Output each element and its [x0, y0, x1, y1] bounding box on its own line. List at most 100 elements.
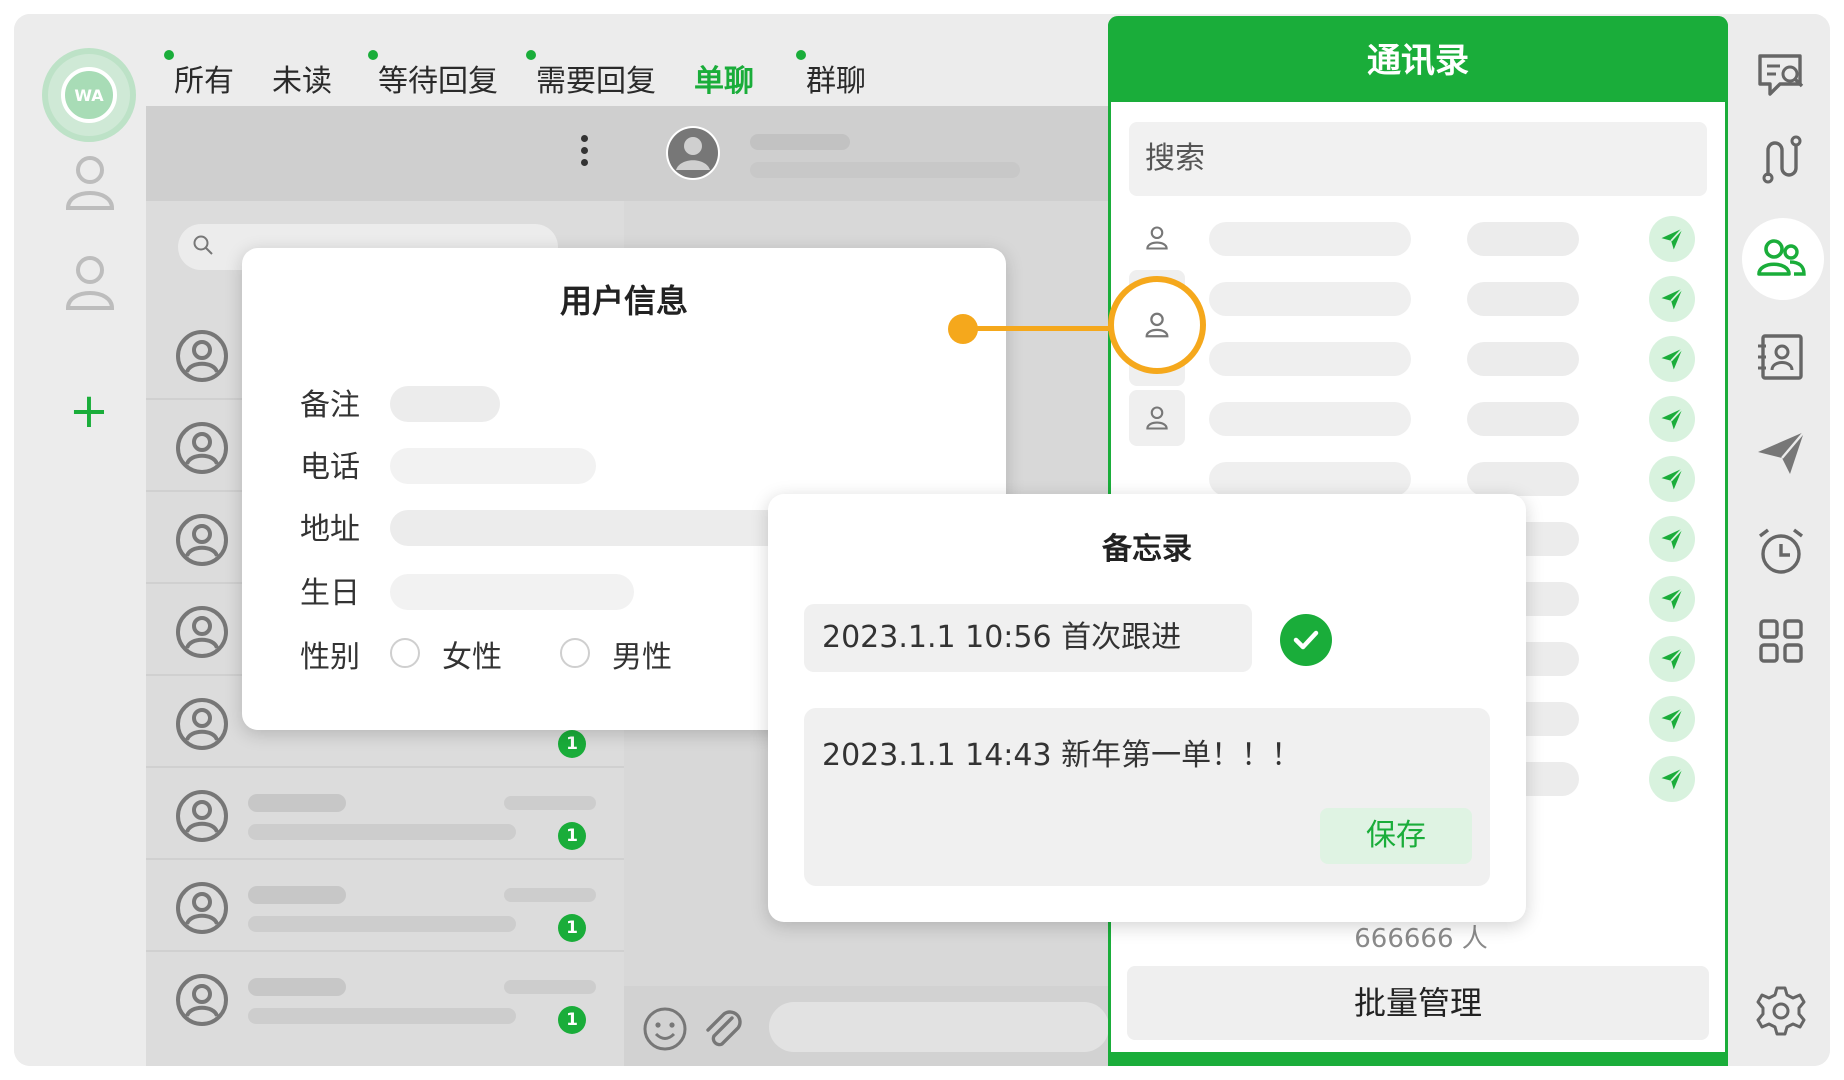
alarm-icon[interactable]	[1754, 524, 1808, 578]
avatar-icon	[174, 328, 230, 384]
tab-awaiting-reply[interactable]: 等待回复	[368, 50, 498, 100]
route-icon[interactable]	[1754, 132, 1808, 186]
address-label: 地址	[300, 512, 360, 547]
contact-avatar	[1129, 210, 1185, 266]
chat-name-placeholder	[248, 978, 346, 996]
grid-icon[interactable]	[1754, 614, 1808, 668]
gender-male-radio[interactable]	[560, 638, 590, 668]
user-icon[interactable]	[58, 150, 122, 214]
memo-dialog: 备忘录 2023.1.1 10:56 首次跟进 2023.1.1 14:43 新…	[768, 494, 1526, 922]
address-field[interactable]	[390, 510, 790, 546]
contact-tag-placeholder	[1467, 282, 1579, 316]
user-icon[interactable]	[58, 250, 122, 314]
contact-name-placeholder	[1209, 282, 1411, 316]
settings-icon[interactable]	[1754, 984, 1808, 1038]
message-input[interactable]	[769, 1002, 1109, 1052]
contact-name-placeholder	[1209, 342, 1411, 376]
phone-field[interactable]	[390, 448, 596, 484]
send-button[interactable]	[1649, 576, 1695, 622]
contact-name-placeholder	[1209, 402, 1411, 436]
remark-label: 备注	[300, 388, 360, 423]
user-info-title: 用户信息	[559, 282, 688, 320]
chat-preview-placeholder	[248, 916, 516, 932]
contact-row[interactable]	[1129, 268, 1709, 326]
send-button[interactable]	[1649, 756, 1695, 802]
memo-title: 备忘录	[1102, 532, 1192, 567]
gender-male-label: 男性	[612, 640, 672, 675]
logo-text: WA	[61, 67, 117, 123]
send-button[interactable]	[1649, 636, 1695, 682]
unread-badge: 1	[558, 914, 586, 942]
plus-icon[interactable]: +	[64, 386, 114, 436]
remark-field[interactable]	[390, 386, 500, 422]
send-icon	[1658, 645, 1686, 673]
contacts-title: 通讯录	[1108, 16, 1728, 102]
contacts-panel-footer	[1108, 1052, 1728, 1066]
broadcast-icon[interactable]	[1754, 426, 1808, 480]
contact-tag-placeholder	[1467, 462, 1579, 496]
send-icon	[1658, 585, 1686, 613]
user-icon	[1143, 404, 1171, 432]
chat-time-placeholder	[504, 980, 596, 994]
contact-row[interactable]	[1129, 208, 1709, 266]
birthday-field[interactable]	[390, 574, 634, 610]
tab-unread[interactable]: 未读	[272, 56, 332, 100]
contact-row[interactable]	[1129, 328, 1709, 386]
chat-header	[624, 106, 1124, 201]
send-button[interactable]	[1649, 396, 1695, 442]
send-button[interactable]	[1649, 336, 1695, 382]
composer	[624, 986, 1124, 1066]
send-button[interactable]	[1649, 216, 1695, 262]
send-icon	[1658, 705, 1686, 733]
save-button[interactable]: 保存	[1320, 808, 1472, 864]
unread-badge: 1	[558, 1006, 586, 1034]
memo-textarea[interactable]: 2023.1.1 14:43 新年第一单！！！ 保存	[804, 708, 1490, 886]
contact-name-placeholder	[1209, 222, 1411, 256]
contact-name-placeholder	[1209, 462, 1411, 496]
send-button[interactable]	[1649, 696, 1695, 742]
paperclip-icon[interactable]	[698, 1004, 748, 1054]
tab-all[interactable]: 所有	[164, 50, 234, 100]
send-button[interactable]	[1649, 516, 1695, 562]
more-vertical-icon[interactable]	[574, 130, 594, 178]
avatar-icon[interactable]	[664, 124, 722, 182]
contacts-count: 666666 人	[1354, 924, 1488, 954]
send-icon	[1658, 765, 1686, 793]
send-icon	[1658, 345, 1686, 373]
user-icon	[1143, 224, 1171, 252]
chat-row[interactable]: 1	[146, 954, 624, 1044]
send-button[interactable]	[1649, 456, 1695, 502]
contacts-icon[interactable]	[1754, 232, 1808, 286]
memo-entry[interactable]: 2023.1.1 10:56 首次跟进	[804, 604, 1252, 672]
tab-needs-reply[interactable]: 需要回复	[526, 50, 656, 100]
contact-tag-placeholder	[1467, 222, 1579, 256]
contacts-search-input[interactable]: 搜索	[1129, 122, 1707, 196]
tab-private-chat[interactable]: 单聊	[686, 56, 762, 114]
emoji-icon[interactable]	[642, 1006, 688, 1052]
send-icon	[1658, 465, 1686, 493]
check-icon[interactable]	[1280, 614, 1332, 666]
gender-female-radio[interactable]	[390, 638, 420, 668]
batch-manage-button[interactable]: 批量管理	[1127, 966, 1709, 1040]
right-rail	[1728, 14, 1830, 1066]
birthday-label: 生日	[300, 576, 360, 611]
user-icon	[1142, 310, 1172, 340]
send-button[interactable]	[1649, 276, 1695, 322]
app-window: WA + 所有 未读 等待回复 需要回复 单聊 群聊 1 1 1 1 通讯录 搜…	[14, 14, 1830, 1066]
contact-card-icon[interactable]	[1754, 330, 1808, 384]
avatar-icon	[174, 512, 230, 568]
avatar-icon	[174, 880, 230, 936]
app-logo[interactable]: WA	[42, 48, 136, 142]
highlighted-contact-avatar[interactable]	[1108, 276, 1206, 374]
chat-search-icon[interactable]	[1754, 48, 1808, 102]
avatar-icon	[174, 972, 230, 1028]
avatar-icon	[174, 788, 230, 844]
chat-row[interactable]: 1	[146, 862, 624, 952]
send-icon	[1658, 285, 1686, 313]
contact-tag-placeholder	[1467, 402, 1579, 436]
contact-row[interactable]	[1129, 388, 1709, 446]
chat-preview-placeholder	[248, 824, 516, 840]
chat-time-placeholder	[504, 888, 596, 902]
chat-row[interactable]: 1	[146, 770, 624, 860]
tab-group-chat[interactable]: 群聊	[796, 50, 866, 100]
